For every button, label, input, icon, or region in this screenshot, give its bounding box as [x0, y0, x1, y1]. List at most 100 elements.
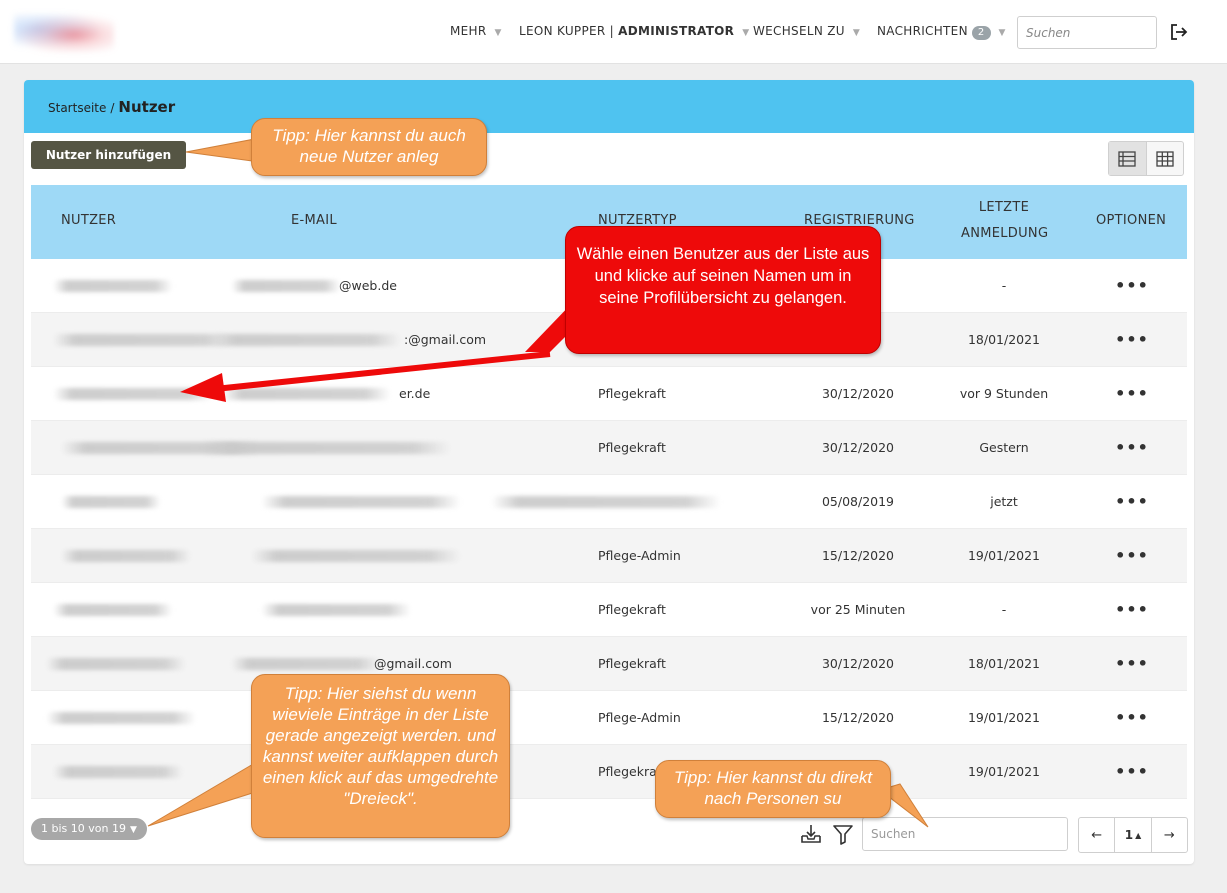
nav-user-separator: |: [605, 24, 619, 38]
email-cell: er.de: [399, 386, 431, 401]
last-login-cell: 19/01/2021: [967, 548, 1041, 563]
row-options-menu[interactable]: •••: [1101, 745, 1163, 799]
user-type-cell: Pflegekraft: [598, 656, 666, 671]
user-type-cell: Pflegekraft: [598, 440, 666, 455]
row-options-menu[interactable]: •••: [1101, 313, 1163, 367]
last-login-cell: 18/01/2021: [967, 332, 1041, 347]
nav-user-role: ADMINISTRATOR: [618, 24, 735, 38]
app-logo[interactable]: [14, 14, 114, 52]
row-options-menu[interactable]: •••: [1101, 367, 1163, 421]
registration-cell: vor 25 Minuten: [810, 602, 906, 617]
breadcrumb-home[interactable]: Startseite: [48, 101, 106, 115]
email-cell: :@gmail.com: [404, 332, 487, 347]
row-options-menu[interactable]: •••: [1101, 637, 1163, 691]
table-search-input[interactable]: [862, 817, 1068, 851]
column-header-last-login-line2: ANMELDUNG: [961, 226, 1049, 241]
top-navigation-bar: MEHR ▼ LEON KUPPER | ADMINISTRATOR ▼ WECHS…: [0, 0, 1227, 64]
user-name-link[interactable]: [61, 496, 161, 508]
logout-icon[interactable]: [1169, 22, 1189, 42]
row-options-menu[interactable]: •••: [1101, 529, 1163, 583]
nav-user-name: LEON KUPPER: [519, 24, 606, 38]
previous-page-button[interactable]: ←: [1079, 818, 1114, 852]
nav-user-menu[interactable]: LEON KUPPER | ADMINISTRATOR ▼: [519, 24, 749, 38]
user-type-cell: Pflege-Admin: [598, 548, 681, 563]
email-redacted: [261, 604, 411, 616]
row-options-menu[interactable]: •••: [1101, 691, 1163, 745]
chevron-down-icon: ▼: [998, 28, 1006, 38]
chevron-down-icon: ▼: [742, 28, 750, 38]
user-name-link[interactable]: [53, 388, 213, 400]
registration-cell: 15/12/2020: [821, 548, 895, 563]
email-cell: @web.de: [339, 278, 397, 293]
user-name-link[interactable]: [53, 280, 173, 292]
current-page-button[interactable]: 1 ▲: [1114, 818, 1152, 852]
chevron-down-icon: ▼: [852, 28, 861, 38]
breadcrumb-separator: /: [110, 101, 115, 115]
row-options-menu[interactable]: •••: [1101, 259, 1163, 313]
email-redacted: [221, 388, 391, 400]
download-icon[interactable]: [799, 823, 823, 849]
nav-messages-label: NACHRICHTEN: [877, 24, 968, 38]
breadcrumb: Startseite / Nutzer: [48, 98, 175, 116]
pagination-info-dropdown[interactable]: 1 bis 10 von 19 ▼: [31, 818, 147, 840]
callout-add-user-tip: Tipp: Hier kannst du auch neue Nutzer an…: [251, 118, 487, 176]
last-login-cell: 19/01/2021: [967, 710, 1041, 725]
table-row[interactable]: @gmail.com Pflegekraft 30/12/2020 18/01/202…: [31, 637, 1187, 691]
messages-count-badge: 2: [971, 26, 991, 40]
column-header-last-login-line1: LETZTE: [978, 200, 1030, 215]
next-page-button[interactable]: →: [1152, 818, 1187, 852]
current-page-number: 1: [1124, 828, 1134, 842]
card-header: Startseite / Nutzer: [24, 80, 1194, 133]
user-name-link[interactable]: [53, 334, 233, 346]
table-row[interactable]: Pflege-Admin 15/12/2020 19/01/2021 •••: [31, 691, 1187, 745]
table-row[interactable]: 05/08/2019 jetzt •••: [31, 475, 1187, 529]
email-redacted: [231, 280, 341, 292]
add-user-button[interactable]: Nutzer hinzufügen: [31, 141, 186, 169]
registration-cell: 30/12/2020: [821, 440, 895, 455]
list-view-icon[interactable]: [1109, 142, 1147, 175]
user-type-cell: Pflege-Admin: [598, 710, 681, 725]
last-login-cell: -: [1001, 602, 1007, 617]
registration-cell: 30/12/2020: [821, 386, 895, 401]
user-type-cell: Pflegekraft: [598, 602, 666, 617]
column-header-user[interactable]: NUTZER: [61, 208, 116, 234]
last-login-cell: -: [1001, 278, 1007, 293]
user-name-link[interactable]: [61, 550, 191, 562]
filter-icon[interactable]: [833, 824, 853, 850]
email-redacted: [251, 550, 461, 562]
caret-up-icon: ▲: [1135, 830, 1142, 840]
nav-more[interactable]: MEHR ▼: [450, 24, 502, 38]
column-header-last-login[interactable]: LETZTE ANMELDUNG: [961, 195, 1049, 247]
table-row[interactable]: Pflegekraft 19/01/2021 •••: [31, 745, 1187, 799]
pagination: ← 1 ▲ →: [1078, 817, 1188, 853]
nav-more-label: MEHR: [450, 24, 487, 38]
user-type-cell: Pflegekraft: [598, 386, 666, 401]
user-name-link[interactable]: [53, 604, 173, 616]
last-login-cell: Gestern: [979, 440, 1029, 455]
callout-select-user-tip: Wähle einen Benutzer aus der Liste aus u…: [565, 226, 881, 354]
user-name-link[interactable]: [46, 658, 186, 670]
page-title: Nutzer: [118, 98, 176, 116]
triangle-down-icon: ▼: [129, 825, 137, 835]
table-row[interactable]: Pflegekraft vor 25 Minuten - •••: [31, 583, 1187, 637]
user-name-link[interactable]: [46, 712, 196, 724]
last-login-cell: jetzt: [990, 494, 1018, 509]
grid-view-icon[interactable]: [1147, 142, 1184, 175]
table-row[interactable]: Pflegekraft 30/12/2020 Gestern •••: [31, 421, 1187, 475]
row-options-menu[interactable]: •••: [1101, 421, 1163, 475]
nav-messages[interactable]: NACHRICHTEN 2 ▼: [877, 24, 1006, 40]
view-toggle: [1108, 141, 1184, 176]
callout-entries-tip: Tipp: Hier siehst du wenn wieviele Eintr…: [251, 674, 510, 838]
email-redacted: [211, 334, 401, 346]
column-header-email[interactable]: E-MAIL: [291, 208, 337, 234]
callout-search-tip: Tipp: Hier kannst du direkt nach Persone…: [655, 760, 891, 818]
table-row[interactable]: er.de Pflegekraft 30/12/2020 vor 9 Stunden •…: [31, 367, 1187, 421]
user-name-link[interactable]: [53, 766, 183, 778]
row-options-menu[interactable]: •••: [1101, 583, 1163, 637]
top-search-input[interactable]: [1017, 16, 1157, 49]
nav-switch-to[interactable]: WECHSELN ZU ▼: [753, 24, 860, 38]
row-options-menu[interactable]: •••: [1101, 475, 1163, 529]
table-row[interactable]: Pflege-Admin 15/12/2020 19/01/2021 •••: [31, 529, 1187, 583]
email-redacted: [231, 658, 381, 670]
last-login-cell: 19/01/2021: [967, 764, 1041, 779]
